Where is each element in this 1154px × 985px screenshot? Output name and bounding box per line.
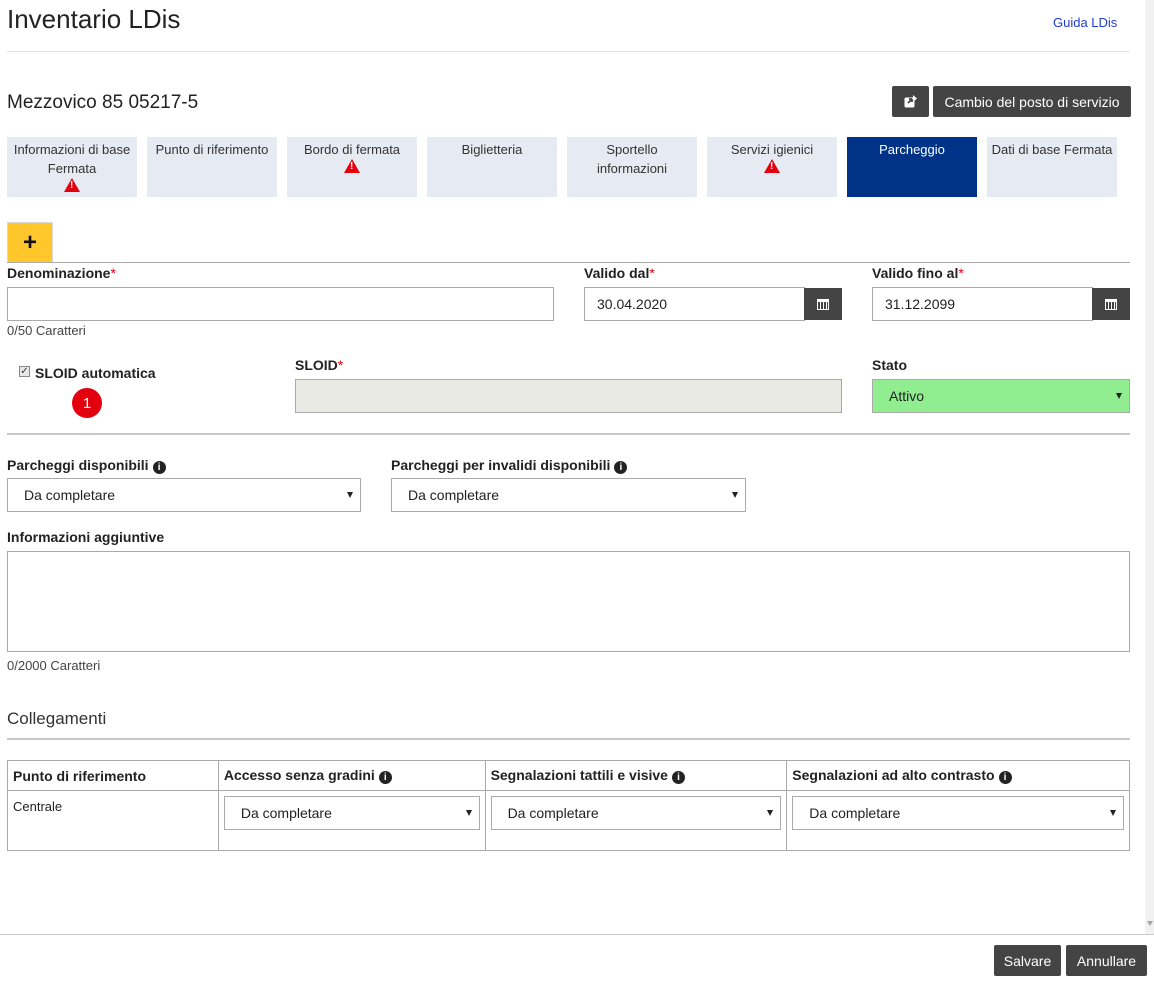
column-header: Segnalazioni ad alto contrasto i — [786, 760, 1130, 791]
table-header-row: Punto di riferimento Accesso senza gradi… — [7, 760, 1130, 791]
tab-label: Biglietteria — [461, 142, 523, 157]
caret-down-icon — [732, 492, 738, 498]
sloid-auto-checkbox[interactable]: ✓ — [19, 366, 30, 377]
tab-label: Parcheggio — [879, 142, 945, 157]
cancel-button[interactable]: Annullare — [1066, 945, 1147, 976]
sloid-input — [295, 379, 842, 413]
tab-dati-base-fermata[interactable]: Dati di base Fermata — [987, 137, 1117, 197]
tattili-cell: Da completare — [484, 790, 788, 851]
column-header: Accesso senza gradini i — [217, 760, 486, 791]
footer-divider — [0, 934, 1154, 935]
table-row: Centrale Da completare Da completare Da … — [7, 790, 1130, 851]
info-aggiuntive-textarea[interactable] — [7, 551, 1130, 652]
tab-informazioni-base[interactable]: Informazioni di base Fermata — [7, 137, 137, 197]
warning-icon — [764, 159, 780, 173]
help-link[interactable]: Guida LDis — [1053, 15, 1117, 30]
collegamenti-table: Punto di riferimento Accesso senza gradi… — [7, 760, 1130, 851]
subtab-divider — [7, 262, 1130, 263]
tattili-select[interactable]: Da completare — [490, 796, 782, 830]
caret-down-icon — [1110, 810, 1116, 816]
valido-fino-input[interactable] — [872, 287, 1093, 321]
sloid-label: SLOID* — [295, 357, 344, 373]
tab-label: Servizi igienici — [730, 142, 814, 157]
scrollbar[interactable] — [1145, 0, 1154, 935]
valido-dal-label: Valido dal* — [584, 265, 655, 281]
stato-value: Attivo — [889, 388, 925, 404]
caret-down-icon — [1116, 393, 1122, 399]
denominazione-input[interactable] — [7, 287, 554, 321]
tab-label: Informazioni di base Fermata — [13, 142, 131, 176]
column-header: Segnalazioni tattili e visive i — [484, 760, 788, 791]
collegamenti-heading: Collegamenti — [7, 709, 107, 728]
export-button[interactable] — [892, 86, 929, 117]
sloid-auto-label: SLOID automatica — [35, 365, 156, 381]
contrasto-cell: Da completare — [786, 790, 1130, 851]
tattili-value: Da completare — [507, 805, 599, 821]
tab-punto-riferimento[interactable]: Punto di riferimento — [147, 137, 277, 197]
parcheggi-invalidi-label: Parcheggi per invalidi disponibili i — [391, 457, 628, 474]
parcheggi-select[interactable]: Da completare — [7, 478, 361, 512]
share-icon — [904, 95, 917, 108]
info-icon[interactable]: i — [614, 461, 628, 474]
caret-down-icon — [347, 492, 353, 498]
warning-icon — [344, 159, 360, 173]
stato-label: Stato — [872, 357, 907, 373]
calendar-icon — [817, 298, 829, 310]
stop-name: Mezzovico 85 05217-5 — [7, 92, 199, 113]
change-service-point-button[interactable]: Cambio del posto di servizio — [933, 86, 1131, 117]
column-header: Punto di riferimento — [7, 760, 219, 791]
stato-select[interactable]: Attivo — [872, 379, 1130, 413]
sloid-count-badge: 1 — [72, 388, 102, 418]
accesso-select[interactable]: Da completare — [223, 796, 480, 830]
caret-down-icon — [465, 810, 472, 816]
header-divider — [7, 51, 1130, 52]
scroll-down-arrow-icon[interactable] — [1147, 921, 1153, 926]
parcheggi-invalidi-select[interactable]: Da completare — [391, 478, 746, 512]
info-aggiuntive-label: Informazioni aggiuntive — [7, 529, 165, 545]
denominazione-label: Denominazione* — [7, 265, 116, 281]
valido-fino-calendar-button[interactable] — [1092, 288, 1130, 320]
tab-label: Punto di riferimento — [155, 142, 269, 157]
parcheggi-invalidi-value: Da completare — [408, 487, 500, 503]
valido-fino-label: Valido fino al* — [872, 265, 964, 281]
tab-biglietteria[interactable]: Biglietteria — [427, 137, 557, 197]
punto-cell: Centrale — [7, 790, 219, 851]
warning-icon — [64, 178, 80, 192]
section-divider — [7, 433, 1130, 435]
collegamenti-divider — [7, 738, 1130, 740]
info-aggiuntive-counter: 0/2000 Caratteri — [7, 658, 101, 673]
save-button[interactable]: Salvare — [994, 945, 1061, 976]
parcheggi-label: Parcheggi disponibili i — [7, 457, 166, 474]
denominazione-counter: 0/50 Caratteri — [7, 323, 86, 338]
tab-label: Bordo di fermata — [303, 142, 401, 157]
info-icon[interactable]: i — [998, 771, 1012, 784]
tab-servizi-igienici[interactable]: Servizi igienici — [707, 137, 837, 197]
accesso-cell: Da completare — [217, 790, 486, 851]
parcheggi-value: Da completare — [24, 487, 116, 503]
info-icon[interactable]: i — [671, 771, 685, 784]
tab-parcheggio[interactable]: Parcheggio — [847, 137, 977, 197]
tab-sportello-informazioni[interactable]: Sportello informazioni — [567, 137, 697, 197]
info-icon[interactable]: i — [152, 461, 166, 474]
calendar-icon — [1105, 298, 1117, 310]
contrasto-value: Da completare — [809, 805, 901, 821]
valido-dal-calendar-button[interactable] — [804, 288, 842, 320]
punto-value: Centrale — [13, 799, 63, 814]
caret-down-icon — [767, 810, 774, 816]
contrasto-select[interactable]: Da completare — [792, 796, 1124, 830]
valido-dal-input[interactable] — [584, 287, 805, 321]
tab-label: Dati di base Fermata — [991, 142, 1113, 157]
add-parking-button[interactable]: + — [7, 222, 53, 263]
tab-label: Sportello informazioni — [596, 142, 668, 176]
info-icon[interactable]: i — [378, 771, 392, 784]
page-title: Inventario LDis — [7, 4, 181, 34]
tab-bordo-fermata[interactable]: Bordo di fermata — [287, 137, 417, 197]
accesso-value: Da completare — [240, 805, 332, 821]
